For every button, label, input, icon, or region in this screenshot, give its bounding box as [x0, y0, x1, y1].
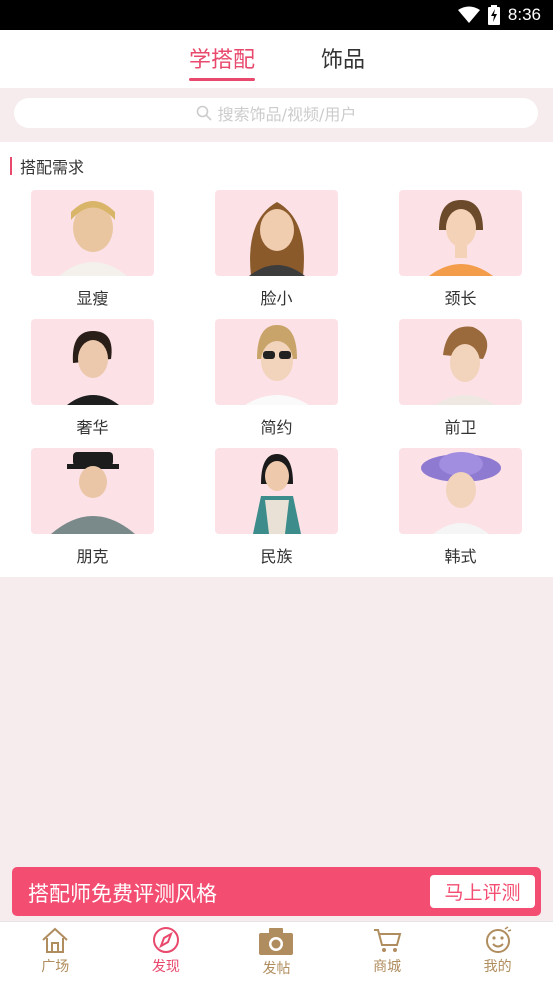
tabbar-item-post[interactable]: 发帖: [221, 922, 332, 983]
banner-text: 搭配师免费评测风格: [28, 882, 217, 906]
search-area: 搜索饰品/视频/用户: [0, 88, 553, 142]
style-image: [215, 319, 338, 405]
search-icon: [196, 105, 212, 121]
style-image: [399, 448, 522, 534]
stylist-evaluation-banner[interactable]: 搭配师免费评测风格 马上评测: [12, 867, 541, 916]
compass-icon: [152, 927, 179, 953]
section-title-text: 搭配需求: [20, 158, 85, 177]
header: 学搭配 饰品: [0, 30, 553, 88]
styling-needs-panel: 搭配需求 显瘦 脸小 颈长 奢华 简约 前卫 朋克 民族 韩式: [0, 142, 553, 577]
wifi-icon: [457, 6, 480, 23]
bottom-tab-bar: 广场 发现 发帖 商城 我的: [0, 921, 553, 983]
tabbar-label: 广场: [41, 959, 70, 975]
style-card-avant-garde[interactable]: 前卫: [399, 319, 522, 438]
tabbar-label: 发帖: [262, 961, 291, 977]
style-image: [31, 448, 154, 534]
section-accent-bar: [10, 157, 12, 175]
style-card-punk[interactable]: 朋克: [31, 448, 154, 567]
tabbar-label: 我的: [483, 959, 512, 975]
battery-charging-icon: [487, 5, 500, 25]
style-card-minimal[interactable]: 简约: [215, 319, 338, 438]
style-label: 朋克: [76, 547, 109, 566]
style-card-luxury[interactable]: 奢华: [31, 319, 154, 438]
search-placeholder: 搜索饰品/视频/用户: [217, 105, 357, 124]
search-input[interactable]: 搜索饰品/视频/用户: [14, 98, 538, 128]
smiley-icon: [485, 926, 511, 953]
style-card-ethnic[interactable]: 民族: [215, 448, 338, 567]
cart-icon: [374, 929, 402, 952]
tabbar-label: 商城: [373, 959, 402, 975]
tabbar-item-discover[interactable]: 发现: [111, 922, 222, 983]
style-image: [399, 319, 522, 405]
style-label: 奢华: [76, 418, 109, 437]
camera-icon: [259, 928, 294, 955]
style-label: 简约: [260, 418, 293, 437]
style-image: [215, 190, 338, 276]
style-label: 颈长: [444, 289, 477, 308]
tabbar-item-mall[interactable]: 商城: [332, 922, 443, 983]
style-label: 脸小: [260, 289, 293, 308]
status-bar: 8:36: [0, 0, 553, 30]
section-title: 搭配需求: [10, 156, 85, 177]
evaluate-now-button[interactable]: 马上评测: [430, 875, 535, 908]
tab-accessories[interactable]: 饰品: [321, 42, 365, 74]
style-image: [215, 448, 338, 534]
style-card-long-neck[interactable]: 颈长: [399, 190, 522, 309]
status-time: 8:36: [507, 5, 541, 24]
style-label: 韩式: [444, 547, 477, 566]
style-label: 显瘦: [76, 289, 109, 308]
tabbar-item-mine[interactable]: 我的: [442, 922, 553, 983]
style-image: [31, 190, 154, 276]
style-image: [399, 190, 522, 276]
style-label: 民族: [260, 547, 293, 566]
tabbar-item-plaza[interactable]: 广场: [0, 922, 111, 983]
style-card-slimming[interactable]: 显瘦: [31, 190, 154, 309]
tabbar-label: 发现: [151, 959, 180, 975]
style-image: [31, 319, 154, 405]
style-card-small-face[interactable]: 脸小: [215, 190, 338, 309]
home-icon: [42, 927, 68, 953]
style-card-korean[interactable]: 韩式: [399, 448, 522, 567]
style-label: 前卫: [444, 418, 477, 437]
tab-learn-styling[interactable]: 学搭配: [189, 42, 256, 81]
